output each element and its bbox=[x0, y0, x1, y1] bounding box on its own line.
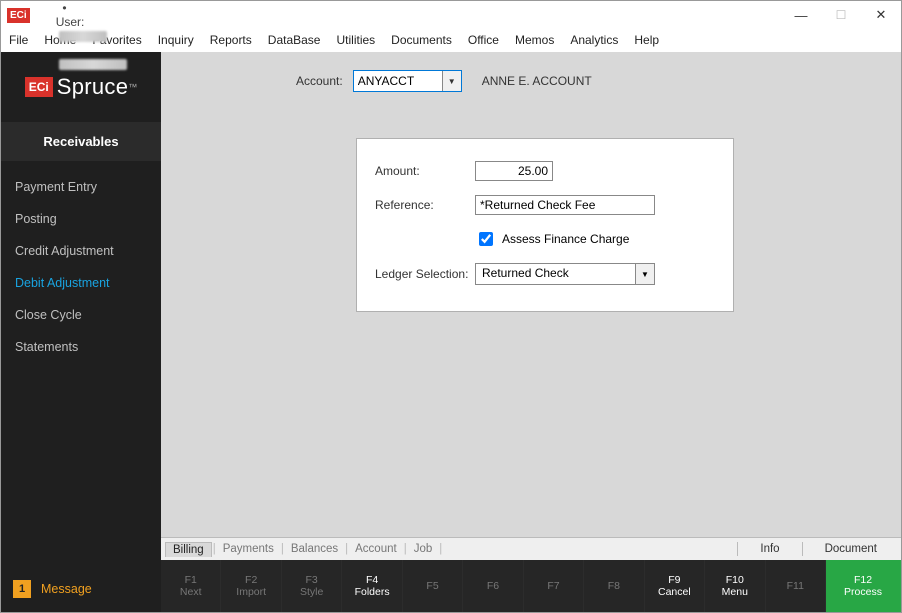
tab-job[interactable]: Job bbox=[408, 541, 439, 557]
title-sep2: • bbox=[56, 1, 74, 15]
amount-label: Amount: bbox=[375, 164, 475, 178]
tab-balances[interactable]: Balances bbox=[285, 541, 344, 557]
ledger-row: Ledger Selection: Returned Check ▼ bbox=[375, 263, 715, 285]
menubar: File Home Favorites Inquiry Reports Data… bbox=[1, 29, 901, 52]
sidebar-item-posting[interactable]: Posting bbox=[1, 203, 161, 235]
menu-file[interactable]: File bbox=[1, 29, 36, 51]
fkey-f3[interactable]: F3Style bbox=[282, 560, 342, 612]
tab-payments[interactable]: Payments bbox=[217, 541, 280, 557]
fkey-f5[interactable]: F5 bbox=[403, 560, 463, 612]
trademark-icon: ™ bbox=[128, 82, 137, 92]
fkey-f8[interactable]: F8 bbox=[584, 560, 644, 612]
maximize-button[interactable] bbox=[821, 1, 861, 29]
sidebar-links: Payment Entry Posting Credit Adjustment … bbox=[1, 161, 161, 373]
bottom-tabs: Billing | Payments | Balances | Account … bbox=[161, 537, 901, 560]
reference-input[interactable] bbox=[475, 195, 655, 215]
tab-account[interactable]: Account bbox=[349, 541, 403, 557]
fkey-f1[interactable]: F1Next bbox=[161, 560, 221, 612]
tab-sep: | bbox=[438, 543, 443, 555]
eci-badge: ECi bbox=[7, 8, 30, 23]
ledger-label: Ledger Selection: bbox=[375, 267, 475, 281]
close-button[interactable] bbox=[861, 1, 901, 29]
sidebar-item-credit-adjustment[interactable]: Credit Adjustment bbox=[1, 235, 161, 267]
menu-utilities[interactable]: Utilities bbox=[328, 29, 383, 51]
fkey-f10[interactable]: F10Menu bbox=[705, 560, 765, 612]
menu-reports[interactable]: Reports bbox=[202, 29, 260, 51]
adjustment-panel: Amount: Reference: Assess Finance Charge… bbox=[356, 138, 734, 312]
form-area: Account: ▼ ANNE E. ACCOUNT Amount: Refer… bbox=[161, 52, 901, 537]
titlebar: ECi Debit Adjustment • 1000 - ANY SUPPLY… bbox=[1, 1, 901, 29]
menu-memos[interactable]: Memos bbox=[507, 29, 562, 51]
ledger-select[interactable]: Returned Check ▼ bbox=[475, 263, 655, 285]
eci-badge-sidebar: ECi bbox=[25, 77, 53, 97]
messages-button[interactable]: 1 Message bbox=[1, 566, 161, 612]
menu-office[interactable]: Office bbox=[460, 29, 507, 51]
brand-name: Spruce bbox=[57, 74, 129, 100]
messages-count: 1 bbox=[13, 580, 31, 598]
title-user-label: User: bbox=[56, 15, 85, 29]
fkey-bar: F1Next F2Import F3Style F4Folders F5 F6 … bbox=[161, 560, 901, 612]
account-label: Account: bbox=[296, 74, 343, 88]
sidebar-item-debit-adjustment[interactable]: Debit Adjustment bbox=[1, 267, 161, 299]
amount-row: Amount: bbox=[375, 161, 715, 181]
reference-label: Reference: bbox=[375, 198, 475, 212]
sidebar-item-statements[interactable]: Statements bbox=[1, 331, 161, 363]
sidebar: ECi Spruce ™ Receivables Payment Entry P… bbox=[1, 52, 161, 612]
sidebar-item-payment-entry[interactable]: Payment Entry bbox=[1, 171, 161, 203]
ledger-dropdown-icon[interactable]: ▼ bbox=[635, 264, 654, 284]
app-window: ECi Debit Adjustment • 1000 - ANY SUPPLY… bbox=[0, 0, 902, 613]
assess-finance-label: Assess Finance Charge bbox=[502, 232, 629, 246]
tab-billing[interactable]: Billing bbox=[165, 542, 212, 557]
title-company: 1000 - ANY SUPPLY CO. bbox=[56, 0, 191, 1]
minimize-button[interactable] bbox=[781, 1, 821, 29]
document-button[interactable]: Document bbox=[805, 543, 897, 555]
info-button[interactable]: Info bbox=[740, 543, 799, 555]
amount-input[interactable] bbox=[475, 161, 553, 181]
title-station-value bbox=[56, 57, 127, 71]
ledger-value: Returned Check bbox=[476, 264, 635, 284]
fkey-f6[interactable]: F6 bbox=[463, 560, 523, 612]
fkey-f2[interactable]: F2Import bbox=[221, 560, 281, 612]
menu-help[interactable]: Help bbox=[626, 29, 667, 51]
menu-analytics[interactable]: Analytics bbox=[562, 29, 626, 51]
fkey-f7[interactable]: F7 bbox=[524, 560, 584, 612]
divider bbox=[802, 542, 803, 556]
fkey-f4[interactable]: F4Folders bbox=[342, 560, 402, 612]
sidebar-section: Receivables bbox=[1, 122, 161, 161]
account-dropdown-icon[interactable]: ▼ bbox=[442, 71, 461, 91]
account-combo[interactable]: ▼ bbox=[353, 70, 462, 92]
body: ECi Spruce ™ Receivables Payment Entry P… bbox=[1, 52, 901, 612]
account-name: ANNE E. ACCOUNT bbox=[482, 74, 592, 88]
fkey-f11[interactable]: F11 bbox=[766, 560, 826, 612]
title-user-value bbox=[56, 29, 111, 43]
assess-finance-row: Assess Finance Charge bbox=[475, 229, 715, 249]
fkey-f12-process[interactable]: F12Process bbox=[826, 560, 901, 612]
account-input[interactable] bbox=[354, 71, 442, 91]
main: Account: ▼ ANNE E. ACCOUNT Amount: Refer… bbox=[161, 52, 901, 612]
menu-database[interactable]: DataBase bbox=[260, 29, 329, 51]
reference-row: Reference: bbox=[375, 195, 715, 215]
fkey-f9[interactable]: F9Cancel bbox=[645, 560, 705, 612]
assess-finance-checkbox[interactable] bbox=[479, 232, 493, 246]
messages-label: Message bbox=[41, 582, 92, 596]
account-row: Account: ▼ ANNE E. ACCOUNT bbox=[296, 70, 881, 92]
sidebar-item-close-cycle[interactable]: Close Cycle bbox=[1, 299, 161, 331]
menu-documents[interactable]: Documents bbox=[383, 29, 460, 51]
menu-inquiry[interactable]: Inquiry bbox=[150, 29, 202, 51]
divider bbox=[737, 542, 738, 556]
